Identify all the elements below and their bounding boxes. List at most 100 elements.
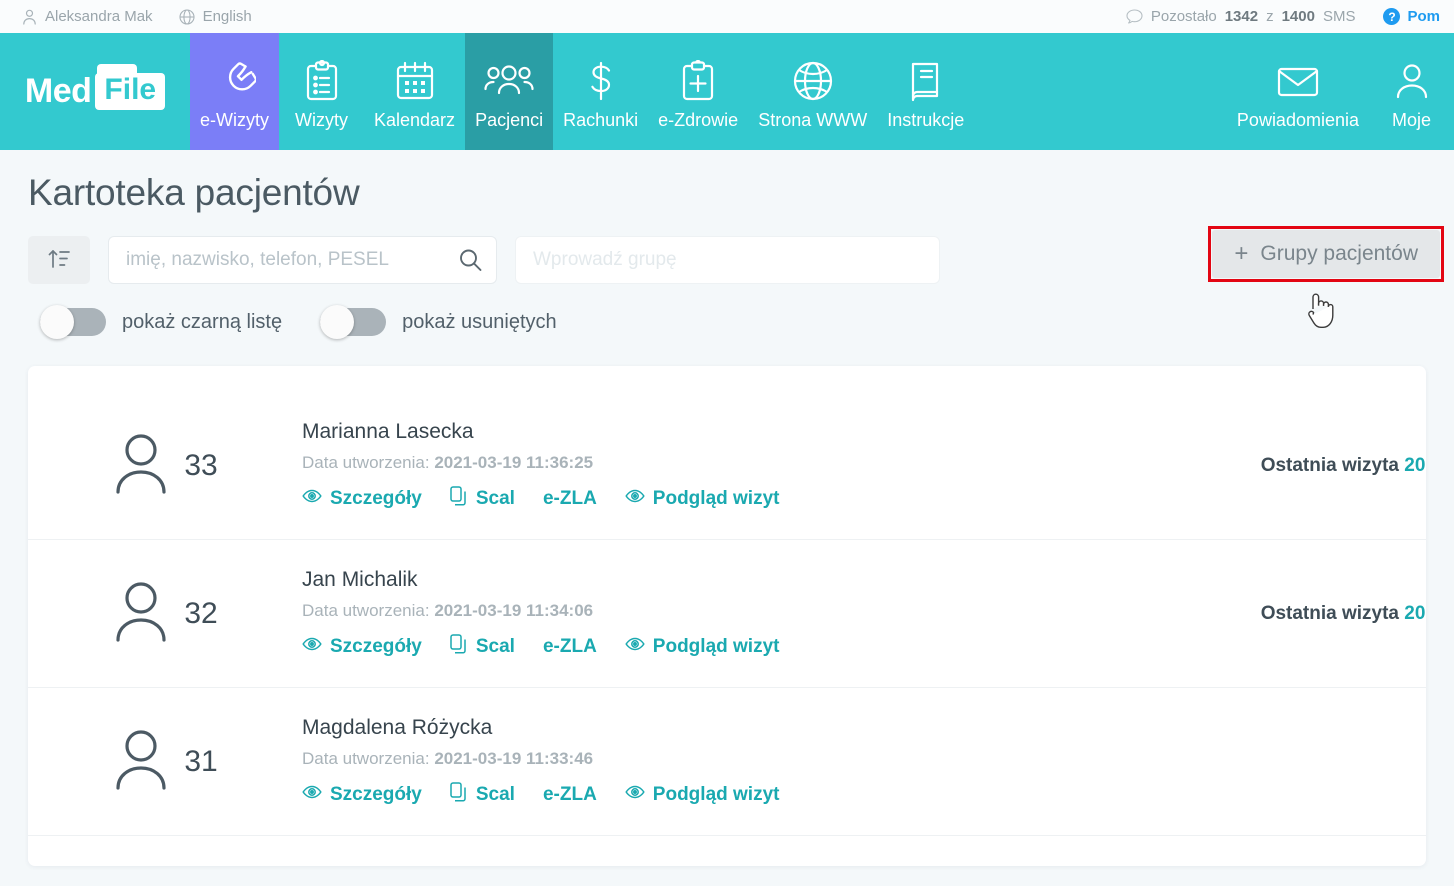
envelope-icon [1276,58,1320,102]
top-bar-left: Aleksandra Mak English [22,8,252,25]
people-icon [484,58,534,102]
row-details: Magdalena Różycka Data utworzenia: 2021-… [302,716,1426,808]
copy-icon [450,485,468,512]
patient-created: Data utworzenia: 2021-03-19 11:36:25 [302,453,1251,473]
person-icon [22,9,37,25]
globe-icon [792,58,834,102]
controls-row: + Grupy pacjentów [0,214,1454,284]
globe-icon [179,8,195,25]
nav-item-strona-www[interactable]: Strona WWW [748,33,877,150]
action-podglad-wizyt[interactable]: Podgląd wizyt [625,486,780,512]
action-podglad-wizyt[interactable]: Podgląd wizyt [625,634,779,660]
last-visit-label: Ostatnia wizyta [1260,454,1400,476]
avatar [112,430,170,501]
eye-icon [302,782,322,808]
action-label: Szczegóły [330,487,422,509]
last-visit-date: 202 [1404,454,1426,476]
table-row[interactable]: 31 Magdalena Różycka Data utworzenia: 20… [28,688,1426,836]
action-e-zla[interactable]: e-ZLA [543,784,597,806]
nav-item-rachunki[interactable]: Rachunki [553,33,648,150]
help-label: Pom [1407,8,1440,25]
chat-bubble-icon [1126,9,1143,24]
sort-button[interactable] [28,236,90,284]
nav-item-wizyty[interactable]: Wizyty [279,33,364,150]
main-navigation: Med File e-Wizyty Wizyty Kalendarz Pacje… [0,33,1454,150]
nav-item-instrukcje[interactable]: Instrukcje [877,33,974,150]
nav-label: Wizyty [295,110,348,130]
row-actions: Szczegóły Scal e-ZLA Podgląd wizyt [302,485,1251,512]
patient-name: Magdalena Różycka [302,715,493,739]
nav-label: Instrukcje [887,110,965,130]
phone-icon [214,58,256,102]
search-input[interactable] [108,236,497,284]
nav-item-powiadomienia[interactable]: Powiadomienia [1227,33,1369,150]
search-field-wrapper [108,236,497,284]
avatar [112,578,170,649]
nav-label: e-Zdrowie [658,110,739,130]
toggle-blacklist-row: pokaż czarną listę [40,305,282,339]
nav-item-pacjenci[interactable]: Pacjenci [465,33,554,150]
action-podglad-wizyt[interactable]: Podgląd wizyt [625,782,779,808]
row-avatar-block: 33 [28,430,302,501]
action-szczegoly[interactable]: Szczegóły [302,634,422,660]
action-label: e-ZLA [542,783,597,805]
sms-suffix: SMS [1322,8,1356,25]
logo[interactable]: Med File [0,33,190,150]
patient-groups-button[interactable]: + Grupy pacjentów [1212,230,1440,278]
action-scal[interactable]: Scal [450,485,515,512]
nav-label: e-Wizyty [200,110,269,130]
patient-name: Marianna Lasecka [302,419,474,443]
eye-icon [625,634,645,660]
last-visit-date: 202 [1404,602,1426,624]
created-value: 2021-03-19 11:36:25 [434,452,594,472]
created-label: Data utworzenia: [302,452,430,472]
current-user[interactable]: Aleksandra Mak [22,8,153,25]
search-button[interactable] [458,248,483,273]
table-row[interactable]: 32 Jan Michalik Data utworzenia: 2021-03… [28,540,1426,688]
patient-id: 33 [184,448,218,482]
action-label: e-ZLA [542,487,597,509]
action-label: e-ZLA [542,635,597,657]
nav-item-e-zdrowie[interactable]: e-Zdrowie [648,33,748,150]
last-visit: Ostatnia wizyta 202 [1261,603,1426,625]
language-selector[interactable]: English [179,8,252,25]
action-szczegoly[interactable]: Szczegóły [302,486,422,512]
action-scal[interactable]: Scal [450,633,515,660]
sms-total: 1400 [1281,8,1315,25]
nav-item-e-wizyty[interactable]: e-Wizyty [190,33,279,150]
help-link[interactable]: ? Pom [1383,8,1440,25]
action-szczegoly[interactable]: Szczegóły [302,782,422,808]
sms-remaining: 1342 [1224,8,1259,25]
nav-item-kalendarz[interactable]: Kalendarz [364,33,465,150]
eye-icon [302,634,322,660]
nav-label: Powiadomienia [1236,110,1359,130]
created-value: 2021-03-19 11:34:06 [434,600,594,620]
nav-label: Moje [1391,110,1431,130]
current-user-label: Aleksandra Mak [45,8,153,25]
action-e-zla[interactable]: e-ZLA [543,488,597,510]
folder-icon: File [95,64,166,110]
row-details: Marianna Lasecka Data utworzenia: 2021-0… [302,420,1251,512]
action-scal[interactable]: Scal [450,781,515,808]
filter-toggles: pokaż czarną listę pokaż usuniętych [0,284,1454,339]
action-label: Podgląd wizyt [652,487,780,509]
created-value: 2021-03-19 11:33:46 [434,748,594,768]
nav-item-moje[interactable]: Moje [1369,33,1454,150]
plus-icon: + [1234,240,1249,267]
action-label: Szczegóły [330,783,422,805]
action-label: Scal [475,635,515,657]
action-e-zla[interactable]: e-ZLA [543,636,597,658]
toggle-deleted[interactable] [320,305,387,339]
logo-text-med: Med [24,72,92,110]
calendar-icon [395,58,435,102]
toggle-blacklist[interactable] [40,305,106,339]
page-content: Kartoteka pacjentów imię, nazwisko, tele… [0,150,1454,866]
group-input[interactable] [515,236,940,284]
book-icon [908,58,944,102]
sort-ascending-icon [47,247,71,274]
table-row[interactable]: 33 Marianna Lasecka Data utworzenia: 202… [28,366,1426,540]
nav-label: Pacjenci [475,110,544,130]
sms-counter: Pozostało 1342 z 1400 SMS [1126,8,1356,25]
patient-name: Jan Michalik [302,567,418,591]
patient-groups-label: Grupy pacjentów [1260,242,1418,265]
